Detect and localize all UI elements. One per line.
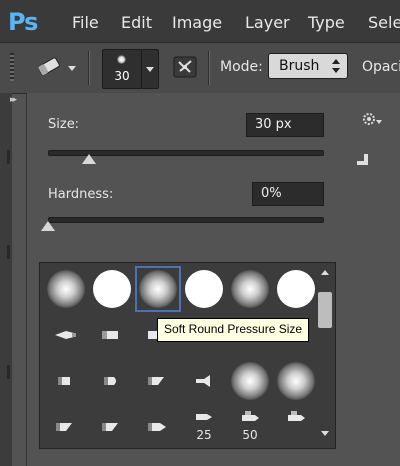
brush-angle-tip[interactable]: [135, 358, 181, 404]
brush-soft-round-opacity[interactable]: [227, 266, 273, 312]
brush-size-readout: 30: [114, 69, 130, 83]
size-slider-thumb[interactable]: [82, 154, 97, 164]
brush-hard-round[interactable]: [89, 266, 135, 312]
brush-fan-tip[interactable]: [181, 358, 227, 404]
dock-divider: [7, 365, 10, 379]
brush-preset-picker[interactable]: 30: [102, 49, 142, 89]
airbrush-icon: [196, 414, 212, 420]
menu-bar: Ps File Edit Image Layer Type Selec: [0, 0, 400, 42]
brush-pencil-tip[interactable]: [135, 404, 181, 450]
menu-select[interactable]: Selec: [368, 13, 400, 32]
collapse-arrows-icon[interactable]: ▸▸: [10, 95, 17, 105]
round-blunt-tip-icon: [104, 377, 116, 385]
brush-tip-preview: [117, 55, 126, 64]
angle-tip-icon: [102, 423, 118, 431]
scroll-up-arrow-icon[interactable]: [321, 270, 329, 275]
size-input[interactable]: 30 px: [246, 113, 324, 137]
pencil-tip-icon: [148, 423, 166, 431]
mode-select-value: Brush: [279, 58, 320, 74]
brush-hard-round-opacity[interactable]: [273, 266, 319, 312]
menu-file[interactable]: File: [72, 13, 99, 32]
menu-layer[interactable]: Layer: [245, 13, 290, 32]
gear-icon[interactable]: [360, 110, 382, 128]
mode-select[interactable]: Brush: [268, 53, 348, 79]
brush-size-label: 25: [196, 428, 212, 442]
hardness-slider-thumb[interactable]: [41, 221, 55, 231]
round-tip-icon: [58, 377, 70, 385]
brush-soft-round-pressure-size[interactable]: [135, 266, 181, 312]
dock-divider: [7, 150, 10, 164]
scrollbar-thumb[interactable]: [318, 292, 332, 328]
scroll-down-arrow-icon[interactable]: [321, 431, 329, 436]
brush-round-blunt-tip[interactable]: [89, 358, 135, 404]
updown-arrows-icon: [332, 59, 340, 73]
chisel-tip-icon: [102, 331, 118, 339]
airbrush-icon: [288, 411, 305, 421]
airbrush-tip-icon: [55, 331, 76, 339]
options-bar: 30 Mode: Brush Opaci: [0, 42, 400, 94]
brush-hard-round-pressure[interactable]: [181, 266, 227, 312]
tools-dock: [0, 93, 12, 466]
hardness-label: Hardness:: [48, 187, 114, 202]
dock-divider: [7, 245, 10, 259]
brush-size-label: 50: [242, 428, 258, 442]
brush-airbrush-50[interactable]: 50: [227, 404, 273, 450]
opacity-label: Opaci: [362, 59, 400, 75]
airbrush-icon: [242, 411, 259, 421]
photoshop-logo: Ps: [8, 8, 38, 36]
brush-soft-round[interactable]: [43, 266, 89, 312]
brush-soft-round-large-2[interactable]: [273, 358, 319, 404]
brush-preset-dropdown-button[interactable]: [141, 49, 159, 89]
options-bar-grip[interactable]: [10, 53, 14, 81]
angle-tip-icon: [56, 423, 72, 431]
hardness-slider-track[interactable]: [48, 217, 324, 223]
menu-image[interactable]: Image: [172, 13, 222, 32]
size-label: Size:: [48, 117, 80, 132]
brush-airbrush-tip[interactable]: [43, 312, 89, 358]
brush-round-tip[interactable]: [43, 358, 89, 404]
brush-tooltip: Soft Round Pressure Size: [157, 318, 310, 342]
hardness-input[interactable]: 0%: [252, 182, 324, 206]
brush-chisel-tip[interactable]: [89, 312, 135, 358]
brush-airbrush-25[interactable]: 25: [181, 404, 227, 450]
brush-panel-toggle-icon[interactable]: [172, 55, 198, 79]
menu-type[interactable]: Type: [308, 13, 345, 32]
brush-soft-round-large[interactable]: [227, 358, 273, 404]
eraser-tool-icon[interactable]: [36, 55, 76, 79]
brush-preset-grid: 25 50: [39, 262, 336, 449]
brush-angle-tip-2[interactable]: [43, 404, 89, 450]
new-preset-icon[interactable]: [354, 151, 370, 167]
brush-angle-tip-3[interactable]: [89, 404, 135, 450]
fan-tip-icon: [196, 375, 210, 387]
mode-label: Mode:: [220, 59, 263, 75]
brush-airbrush-tip-2[interactable]: [273, 404, 319, 450]
menu-edit[interactable]: Edit: [121, 13, 152, 32]
brush-grid-scrollbar[interactable]: [318, 268, 332, 440]
angle-tip-icon: [148, 377, 164, 385]
